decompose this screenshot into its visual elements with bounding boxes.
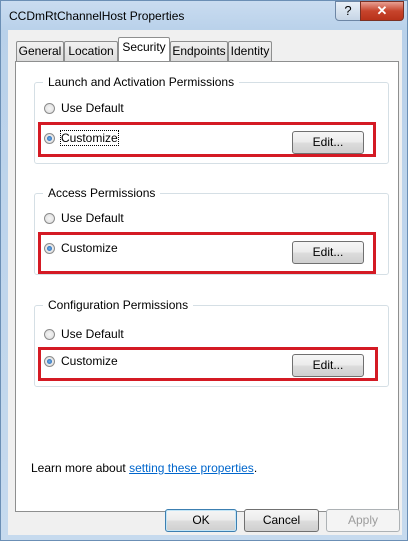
- apply-button[interactable]: Apply: [326, 509, 400, 532]
- title-bar[interactable]: CCDmRtChannelHost Properties ? ✕: [1, 1, 407, 29]
- config-use-default-option[interactable]: Use Default: [44, 326, 124, 342]
- highlight-box: [38, 122, 376, 157]
- launch-use-default-label: Use Default: [61, 101, 124, 115]
- learn-more-prefix: Learn more about: [31, 461, 130, 475]
- properties-window: CCDmRtChannelHost Properties ? ✕ General…: [0, 0, 408, 541]
- radio-icon[interactable]: [44, 102, 55, 114]
- config-use-default-label: Use Default: [61, 327, 124, 341]
- access-use-default-option[interactable]: Use Default: [44, 210, 124, 226]
- help-button[interactable]: ?: [335, 1, 361, 21]
- radio-icon[interactable]: [44, 328, 55, 340]
- tab-location[interactable]: Location: [64, 41, 118, 61]
- setting-properties-link[interactable]: setting these properties: [129, 461, 254, 475]
- highlight-box: [38, 347, 378, 381]
- tab-security[interactable]: Security: [118, 37, 170, 61]
- launch-use-default-option[interactable]: Use Default: [44, 100, 124, 116]
- radio-icon[interactable]: [44, 212, 55, 224]
- ok-button[interactable]: OK: [165, 509, 237, 532]
- launch-permissions-title: Launch and Activation Permissions: [43, 75, 240, 89]
- tab-endpoints[interactable]: Endpoints: [170, 41, 228, 61]
- access-use-default-label: Use Default: [61, 211, 124, 225]
- learn-more-suffix: .: [253, 461, 258, 475]
- window-title: CCDmRtChannelHost Properties: [9, 9, 185, 23]
- learn-more-text: Learn more about setting these propertie…: [31, 461, 257, 475]
- configuration-permissions-title: Configuration Permissions: [43, 298, 194, 312]
- tab-general[interactable]: General: [16, 41, 64, 61]
- access-permissions-title: Access Permissions: [43, 186, 161, 200]
- highlight-box: [38, 232, 376, 274]
- cancel-button[interactable]: Cancel: [244, 509, 319, 532]
- tab-identity[interactable]: Identity: [228, 41, 272, 61]
- close-button[interactable]: ✕: [360, 1, 404, 21]
